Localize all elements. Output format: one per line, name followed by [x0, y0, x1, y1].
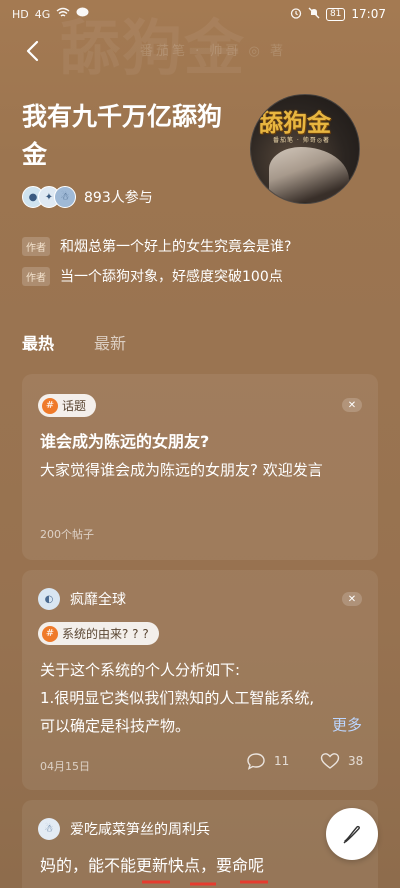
author-text: 和烟总第一个好上的女生究竟会是谁?	[60, 239, 292, 255]
comment-button[interactable]: 11	[246, 752, 289, 770]
post-author[interactable]: ◐ 疯靡全球	[38, 588, 126, 610]
back-chevron-icon	[26, 40, 39, 62]
user-name: 疯靡全球	[70, 592, 126, 608]
close-icon[interactable]: ✕	[342, 592, 362, 606]
book-cover[interactable]: 舔狗金 番茄笔 · 帅哥◎著	[250, 94, 360, 204]
participants-count: 893人参与	[84, 190, 153, 206]
red-marks	[142, 880, 268, 886]
card-body: 大家觉得谁会成为陈远的女朋友? 欢迎发言	[40, 461, 323, 479]
post-author[interactable]: ☃ 爱吃咸菜笋丝的周利兵	[38, 818, 210, 840]
topic-chip[interactable]: # 话题	[38, 394, 97, 417]
author-text: 当一个舔狗对象，好感度突破100点	[60, 269, 283, 285]
author-tag: 作者	[22, 266, 50, 286]
sort-tabs: 最热 最新	[22, 330, 126, 354]
hd-icon: HD	[12, 7, 29, 21]
back-button[interactable]	[20, 38, 46, 64]
post-card[interactable]: ◐ 疯靡全球 ✕ # 系统的由来? ? ? 关于这个系统的个人分析如下: 1.很…	[22, 570, 378, 790]
hashtag-icon: #	[42, 625, 58, 642]
header-watermark-sub: 番茄笔 · 帅哥 ◎ 著	[140, 44, 287, 59]
like-button[interactable]: 38	[320, 752, 363, 770]
comment-icon	[247, 753, 265, 770]
post-body: 关于这个系统的个人分析如下: 1.很明显它类似我们熟知的人工智能系统, 可以确定…	[40, 656, 370, 740]
topic-title: 我有九千万亿舔狗金	[22, 102, 223, 169]
participant-avatar: ☃	[54, 186, 76, 208]
comment-count: 11	[274, 754, 290, 768]
like-count: 38	[348, 754, 364, 768]
author-tag: 作者	[22, 236, 50, 256]
chip-label: 系统的由来? ? ?	[62, 627, 149, 641]
post-body-line: 关于这个系统的个人分析如下:	[40, 661, 241, 679]
post-body-line: 1.很明显它类似我们熟知的人工智能系统,	[40, 689, 315, 707]
topic-chip[interactable]: # 系统的由来? ? ?	[38, 622, 159, 645]
clock: 17:07	[351, 7, 386, 21]
card-heading: 谁会成为陈远的女朋友?	[40, 432, 210, 451]
post-date: 04月15日	[40, 760, 90, 773]
topic-card[interactable]: # 话题 ✕ 谁会成为陈远的女朋友? 大家觉得谁会成为陈远的女朋友? 欢迎发言 …	[22, 374, 378, 560]
close-icon[interactable]: ✕	[342, 398, 362, 412]
avatar: ☃	[38, 818, 60, 840]
author-line: 作者 和烟总第一个好上的女生究竟会是谁?	[22, 236, 291, 256]
user-name: 爱吃咸菜笋丝的周利兵	[70, 822, 210, 838]
hashtag-icon: #	[42, 397, 58, 414]
cover-subtitle: 番茄笔 · 帅哥◎著	[273, 137, 330, 144]
more-link[interactable]: 更多	[332, 714, 362, 735]
cover-figure	[269, 147, 349, 202]
post-count: 200个帖子	[40, 528, 94, 541]
signal-icon: 4G	[34, 7, 51, 21]
participants-row[interactable]: ● ✦ ☃ 893人参与	[22, 186, 153, 208]
avatar: ◐	[38, 588, 60, 610]
tab-latest[interactable]: 最新	[94, 330, 126, 354]
author-line: 作者 当一个舔狗对象，好感度突破100点	[22, 266, 283, 286]
post-body-line: 可以确定是科技产物。	[40, 717, 191, 735]
tab-hot[interactable]: 最热	[22, 330, 54, 354]
heart-icon	[320, 753, 340, 769]
pen-icon	[343, 825, 360, 844]
battery-indicator: 81	[325, 7, 346, 21]
chip-label: 话题	[62, 399, 87, 413]
cover-title: 舔狗金	[259, 108, 331, 137]
compose-button[interactable]	[326, 808, 378, 860]
